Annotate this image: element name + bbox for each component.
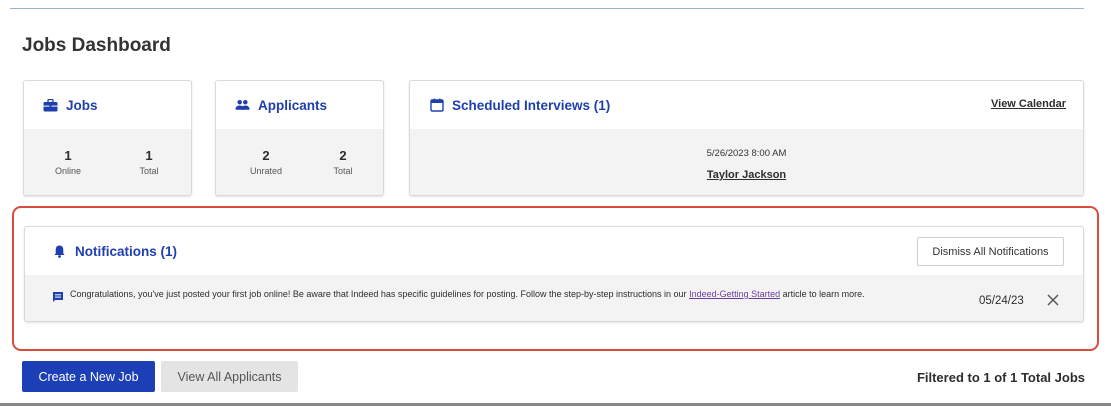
stat-label: Total (139, 166, 159, 176)
interview-candidate-link[interactable]: Taylor Jackson (707, 169, 786, 181)
calendar-icon (429, 98, 444, 113)
interviews-card-body: 5/26/2023 8:00 AM Taylor Jackson (410, 129, 1083, 195)
applicants-card-header[interactable]: Applicants (216, 81, 383, 129)
interview-datetime: 5/26/2023 8:00 AM (706, 148, 787, 159)
applicants-unrated-stat: 2 Unrated (236, 148, 296, 177)
stat-value: 2 (262, 148, 270, 163)
jobs-card-body: 1 Online 1 Total (24, 129, 191, 195)
stat-value: 2 (339, 148, 347, 163)
stat-value: 1 (145, 148, 153, 163)
top-divider (10, 8, 1084, 9)
page-title: Jobs Dashboard (22, 35, 171, 56)
view-all-applicants-button[interactable]: View All Applicants (161, 361, 298, 392)
briefcase-icon (43, 98, 58, 113)
stat-value: 1 (64, 148, 72, 163)
stat-label: Total (333, 166, 353, 176)
stat-label: Online (54, 166, 81, 176)
interview-candidate-row: Taylor Jackson (410, 165, 1083, 183)
applicants-total-stat: 2 Total (313, 148, 373, 177)
applicants-card-body: 2 Unrated 2 Total (216, 129, 383, 195)
interviews-card: Scheduled Interviews (1) View Calendar 5… (409, 80, 1084, 196)
filter-status-text: Filtered to 1 of 1 Total Jobs (916, 370, 1085, 385)
interviews-card-header: Scheduled Interviews (1) (410, 81, 1083, 129)
notifications-highlight-frame (12, 206, 1099, 351)
create-new-job-button[interactable]: Create a New Job (22, 361, 155, 392)
stat-label: Unrated (249, 166, 283, 176)
jobs-card: Jobs 1 Online 1 Total (23, 80, 192, 196)
jobs-online-stat: 1 Online (38, 148, 98, 177)
interviews-card-title[interactable]: Scheduled Interviews (1) (452, 98, 610, 113)
applicants-card: Applicants 2 Unrated 2 Total (215, 80, 384, 196)
jobs-card-title: Jobs (66, 97, 98, 113)
people-icon (235, 98, 250, 113)
view-calendar-link[interactable]: View Calendar (991, 98, 1066, 110)
jobs-total-stat: 1 Total (119, 148, 179, 177)
applicants-card-title: Applicants (258, 97, 328, 113)
jobs-card-header[interactable]: Jobs (24, 81, 191, 129)
